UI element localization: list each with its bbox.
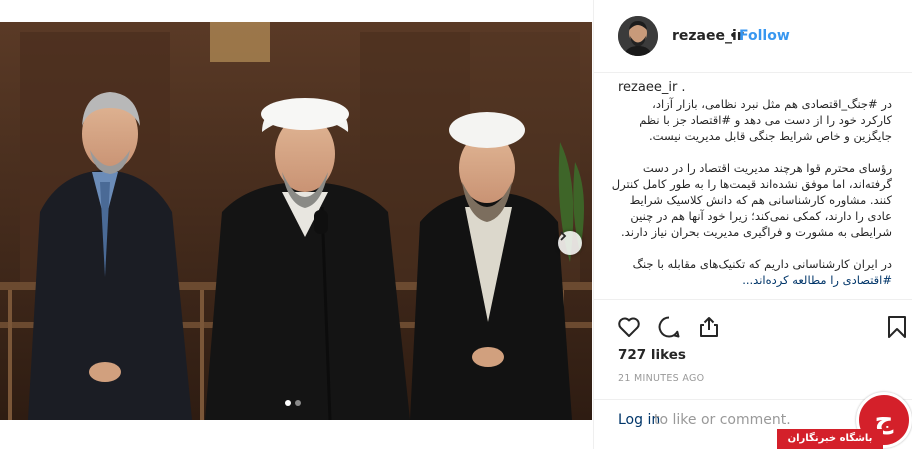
carousel-dot-active bbox=[285, 400, 291, 406]
share-button[interactable] bbox=[696, 314, 722, 340]
caption-line: عادی را دارند، کمکی نمی‌کند؛ زیرا خود آن… bbox=[630, 209, 892, 223]
caption-text: در #جنگ_اقتصادی هم مثل نبرد نظامی، بازار… bbox=[602, 96, 892, 299]
caption-line: جایگزین و خاص شرایط جنگی قابل مدیریت نیس… bbox=[649, 129, 892, 143]
caption-line: رؤسای محترم قوا هرچند مدیریت اقتصاد را د… bbox=[642, 161, 892, 175]
login-prompt-text: to like or comment. bbox=[654, 412, 791, 428]
caption-line: شرایطی به مشورت و فراگیری مدیریت بحران ن… bbox=[621, 225, 892, 239]
share-icon bbox=[700, 317, 718, 337]
chevron-right-icon bbox=[560, 231, 567, 241]
avatar[interactable] bbox=[618, 16, 658, 56]
watermark-banner: باشگاه خبرنگاران bbox=[777, 429, 883, 449]
header-separator: • bbox=[729, 28, 738, 44]
caption-line: در ایران کارشناسانی داریم که تکنیک‌های م… bbox=[632, 257, 892, 271]
instagram-post: rezaee_ir • Follow rezaee_ir . در #جنگ_ا… bbox=[0, 0, 912, 449]
post-photo[interactable] bbox=[0, 22, 592, 420]
follow-button[interactable]: Follow bbox=[739, 28, 790, 44]
carousel-dot bbox=[295, 400, 301, 406]
bookmark-icon bbox=[888, 316, 906, 338]
heart-icon bbox=[618, 317, 640, 337]
comment-icon bbox=[658, 316, 680, 338]
comment-button[interactable] bbox=[656, 314, 682, 340]
caption-line: کارکرد خود را از دست می دهد و #اقتصاد جز… bbox=[639, 113, 892, 127]
like-button[interactable] bbox=[616, 314, 642, 340]
caption-line: گرفته‌اند، اما موفق نشده‌اند قیمت‌ها را … bbox=[611, 177, 892, 191]
photo-illustration bbox=[0, 22, 592, 420]
next-slide-button[interactable] bbox=[558, 231, 582, 255]
caption-paragraph-1: در #جنگ_اقتصادی هم مثل نبرد نظامی، بازار… bbox=[602, 96, 892, 144]
post-header: rezaee_ir • Follow bbox=[594, 0, 912, 73]
caption-line: در #جنگ_اقتصادی هم مثل نبرد نظامی، بازار… bbox=[652, 97, 892, 111]
save-button[interactable] bbox=[884, 314, 910, 340]
carousel-indicator bbox=[285, 400, 301, 406]
caption-username[interactable]: rezaee_ir . bbox=[618, 80, 686, 95]
caption-line: کنند. مشاوره کارشناسانی هم که دانش کلاسی… bbox=[629, 193, 892, 207]
likes-count[interactable]: 727 likes bbox=[618, 347, 686, 363]
caption-paragraph-2: رؤسای محترم قوا هرچند مدیریت اقتصاد را د… bbox=[602, 160, 892, 240]
post-details-panel: rezaee_ir • Follow rezaee_ir . در #جنگ_ا… bbox=[593, 0, 912, 449]
avatar-image bbox=[618, 16, 658, 56]
post-timestamp[interactable]: 21 MINUTES AGO bbox=[618, 373, 704, 384]
caption-area: rezaee_ir . در #جنگ_اقتصادی هم مثل نبرد … bbox=[594, 74, 912, 300]
caption-paragraph-3: در ایران کارشناسانی داریم که تکنیک‌های م… bbox=[602, 256, 892, 288]
action-bar bbox=[594, 306, 912, 346]
hashtag-link[interactable]: #اقتصادی را مطالعه کرده‌اند... bbox=[742, 273, 892, 287]
